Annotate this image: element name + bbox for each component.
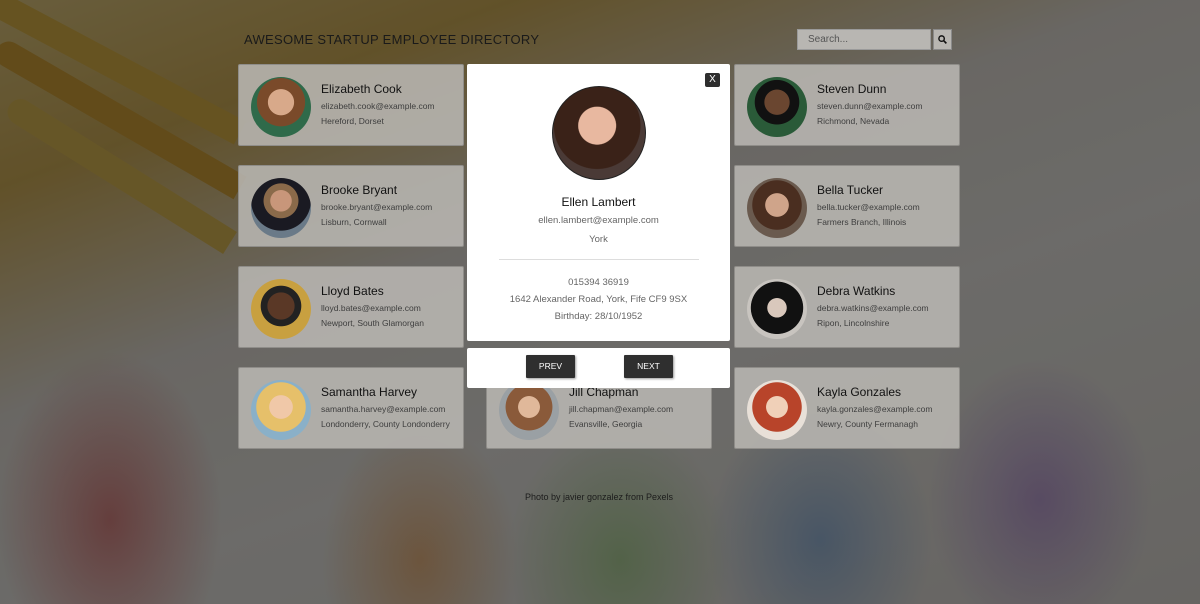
avatar xyxy=(251,279,311,339)
employee-email: kayla.gonzales@example.com xyxy=(817,404,933,414)
avatar xyxy=(747,279,807,339)
search-icon xyxy=(938,34,947,44)
employee-name: Kayla Gonzales xyxy=(817,385,902,399)
avatar xyxy=(251,178,311,238)
employee-card[interactable]: Steven Dunn steven.dunn@example.com Rich… xyxy=(734,64,960,146)
employee-email: bella.tucker@example.com xyxy=(817,202,920,212)
header: AWESOME STARTUP EMPLOYEE DIRECTORY xyxy=(238,20,960,58)
employee-email: lloyd.bates@example.com xyxy=(321,303,421,313)
modal-birthday: Birthday: 28/10/1952 xyxy=(554,311,643,322)
employee-card[interactable]: Brooke Bryant brooke.bryant@example.com … xyxy=(238,165,464,247)
employee-card[interactable]: Debra Watkins debra.watkins@example.com … xyxy=(734,266,960,348)
employee-card[interactable]: Samantha Harvey samantha.harvey@example.… xyxy=(238,367,464,449)
employee-email: debra.watkins@example.com xyxy=(817,303,929,313)
modal-avatar xyxy=(551,86,646,180)
employee-email: jill.chapman@example.com xyxy=(569,404,674,414)
avatar xyxy=(499,380,559,440)
employee-location: Lisburn, Cornwall xyxy=(321,217,387,227)
next-button[interactable]: NEXT xyxy=(624,355,673,378)
modal-name: Ellen Lambert xyxy=(561,195,636,209)
prev-button[interactable]: PREV xyxy=(526,355,575,378)
employee-location: Ripon, Lincolnshire xyxy=(817,318,890,328)
employee-name: Bella Tucker xyxy=(817,183,884,197)
close-button[interactable]: X xyxy=(705,73,720,87)
modal-email: ellen.lambert@example.com xyxy=(538,215,659,226)
search-form xyxy=(797,28,952,50)
employee-card[interactable]: Kayla Gonzales kayla.gonzales@example.co… xyxy=(734,367,960,449)
employee-card[interactable]: Lloyd Bates lloyd.bates@example.com Newp… xyxy=(238,266,464,348)
employee-location: Richmond, Nevada xyxy=(817,116,890,126)
employee-name: Lloyd Bates xyxy=(321,284,384,298)
photo-credit: Photo by javier gonzalez from Pexels xyxy=(524,492,674,502)
employee-name: Elizabeth Cook xyxy=(321,82,402,96)
modal-phone: 015394 36919 xyxy=(568,277,629,288)
avatar xyxy=(251,380,311,440)
modal-city: York xyxy=(589,234,608,245)
search-input[interactable] xyxy=(797,28,931,50)
modal-nav: PREV NEXT xyxy=(467,348,730,388)
modal-address: 1642 Alexander Road, York, Fife CF9 9SX xyxy=(509,294,688,305)
employee-email: steven.dunn@example.com xyxy=(817,101,923,111)
employee-location: Evansville, Georgia xyxy=(569,419,643,429)
employee-modal: X Ellen Lambert ellen.lambert@example.co… xyxy=(467,64,730,341)
employee-card[interactable]: Bella Tucker bella.tucker@example.com Fa… xyxy=(734,165,960,247)
avatar xyxy=(747,77,807,137)
avatar xyxy=(747,380,807,440)
employee-name: Steven Dunn xyxy=(817,82,887,96)
employee-email: samantha.harvey@example.com xyxy=(321,404,446,414)
page-title: AWESOME STARTUP EMPLOYEE DIRECTORY xyxy=(244,31,540,47)
employee-location: Hereford, Dorset xyxy=(321,116,384,126)
employee-email: brooke.bryant@example.com xyxy=(321,202,433,212)
employee-email: elizabeth.cook@example.com xyxy=(321,101,435,111)
employee-name: Samantha Harvey xyxy=(321,385,418,399)
avatar xyxy=(251,77,311,137)
employee-location: Londonderry, County Londonderry xyxy=(321,419,450,429)
employee-name: Brooke Bryant xyxy=(321,183,398,197)
search-button[interactable] xyxy=(933,28,952,50)
employee-location: Farmers Branch, Illinois xyxy=(817,217,907,227)
divider xyxy=(498,259,699,260)
avatar xyxy=(747,178,807,238)
employee-name: Debra Watkins xyxy=(817,284,896,298)
employee-location: Newport, South Glamorgan xyxy=(321,318,424,328)
employee-card[interactable]: Elizabeth Cook elizabeth.cook@example.co… xyxy=(238,64,464,146)
employee-location: Newry, County Fermanagh xyxy=(817,419,918,429)
